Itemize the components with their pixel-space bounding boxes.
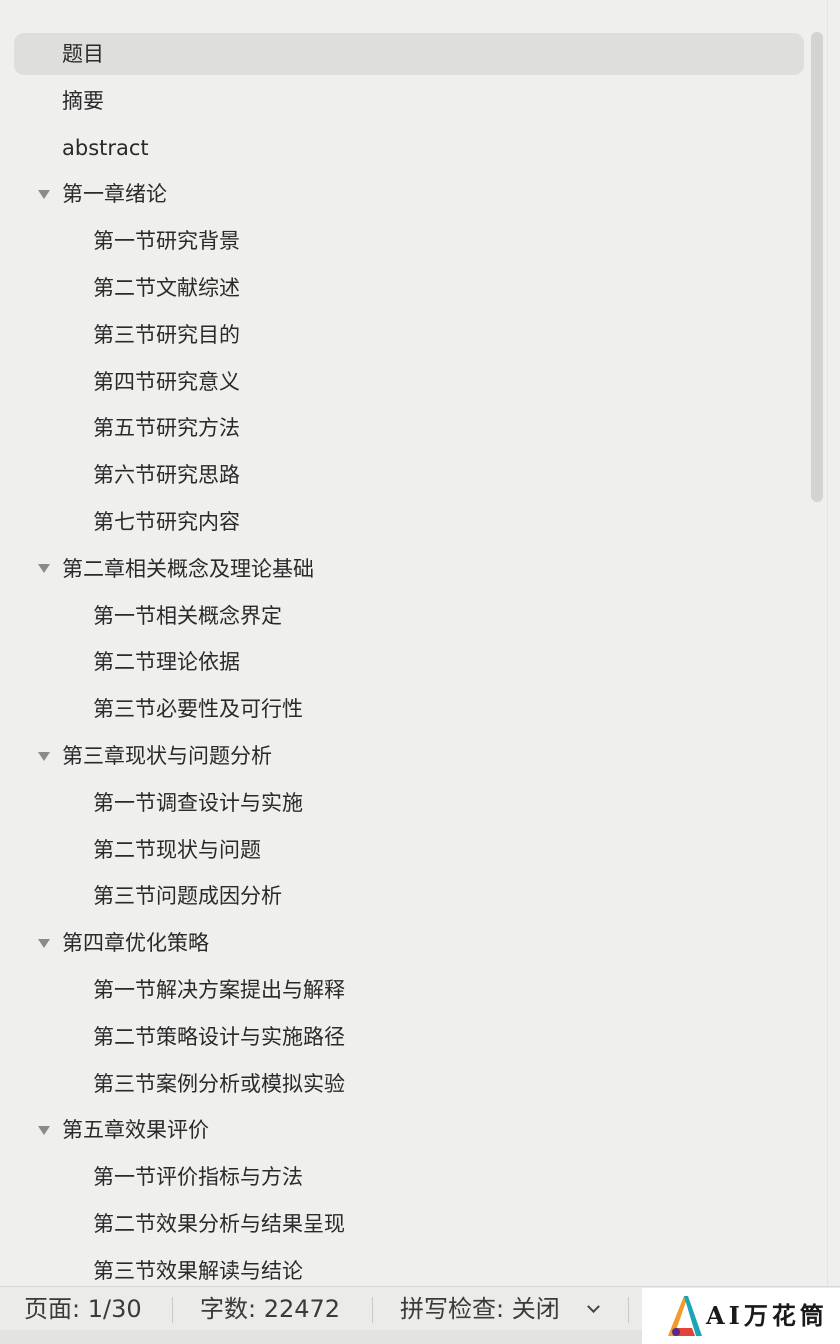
outline-subheading[interactable]: 第六节研究思路 [14, 454, 804, 496]
scrollbar-track-edge [827, 0, 828, 1286]
outline-subheading[interactable]: 第一节解决方案提出与解释 [14, 969, 804, 1011]
caret-down-icon[interactable] [36, 1109, 52, 1151]
outline-scrollbar[interactable] [811, 32, 823, 502]
outline-heading[interactable]: abstract [14, 127, 804, 169]
outline-subheading[interactable]: 第三节效果解读与结论 [14, 1250, 804, 1286]
outline-subheading[interactable]: 第二节文献综述 [14, 267, 804, 309]
outline-heading[interactable]: 第三章现状与问题分析 [14, 735, 804, 777]
outline-item-label: 第一节调查设计与实施 [93, 790, 303, 815]
outline-subheading[interactable]: 第三节必要性及可行性 [14, 688, 804, 730]
outline-item-label: 第二节理论依据 [93, 650, 240, 675]
page-count: 页面: 1/30 [24, 1295, 142, 1323]
outline-item-label: 第四章优化策略 [62, 931, 209, 956]
outline-item-label: 第三节研究目的 [93, 322, 240, 347]
outline-item-label: 第二节现状与问题 [93, 837, 261, 862]
outline-item-label: 第三节效果解读与结论 [93, 1258, 303, 1283]
outline-panel: 题目 摘要 abstract 第一章绪论 第一节研究背景 第二节文献综述 第三节研究目的 第四… [0, 0, 808, 1286]
outline-item-label: 摘要 [62, 88, 104, 113]
word-count: 字数: 22472 [200, 1295, 341, 1323]
outline-item-label: 第一节解决方案提出与解释 [93, 978, 345, 1002]
outline-item-label: 第七节研究内容 [93, 510, 240, 534]
status-divider [372, 1297, 373, 1323]
outline-item-label: abstract [62, 135, 149, 160]
spellcheck-toggle[interactable]: 拼写检查: 关闭 [400, 1287, 560, 1331]
outline-item-label: 第二节策略设计与实施路径 [93, 1024, 345, 1049]
caret-down-icon[interactable] [36, 922, 52, 964]
outline-subheading[interactable]: 第七节研究内容 [14, 501, 804, 543]
chevron-down-icon[interactable] [585, 1287, 601, 1331]
watermark: AI万花筒 [642, 1288, 840, 1344]
outline-item-label: 第一节相关概念界定 [93, 603, 282, 628]
outline-subheading[interactable]: 第二节策略设计与实施路径 [14, 1016, 804, 1058]
outline-subheading[interactable]: 第一节研究背景 [14, 220, 804, 262]
watermark-text: AI万花筒 [706, 1301, 828, 1330]
outline-subheading[interactable]: 第一节调查设计与实施 [14, 782, 804, 824]
outline-heading[interactable]: 第一章绪论 [14, 173, 804, 215]
outline-subheading[interactable]: 第三节问题成因分析 [14, 875, 804, 917]
outline-subheading[interactable]: 第一节评价指标与方法 [14, 1156, 804, 1198]
outline-item-label: 第三节案例分析或模拟实验 [93, 1071, 345, 1096]
outline-item-label: 第一节评价指标与方法 [93, 1165, 303, 1190]
caret-down-icon[interactable] [36, 173, 52, 215]
outline-subheading[interactable]: 第四节研究意义 [14, 361, 804, 403]
caret-down-icon[interactable] [36, 735, 52, 777]
outline-item-label: 第四节研究意义 [93, 369, 240, 394]
outline-subheading[interactable]: 第二节效果分析与结果呈现 [14, 1203, 804, 1245]
outline-subheading[interactable]: 第五节研究方法 [14, 407, 804, 449]
outline-item-label: 第三节必要性及可行性 [93, 697, 303, 722]
status-divider [172, 1297, 173, 1323]
outline-item-label: 题目 [62, 42, 104, 66]
outline-heading[interactable]: 第二章相关概念及理论基础 [14, 548, 804, 590]
outline-item-label: 第五章效果评价 [62, 1118, 209, 1143]
outline-subheading[interactable]: 第三节案例分析或模拟实验 [14, 1063, 804, 1105]
outline-heading[interactable]: 题目 [14, 33, 804, 75]
outline-heading[interactable]: 第五章效果评价 [14, 1109, 804, 1151]
outline-item-label: 第三节问题成因分析 [93, 884, 282, 909]
document-outline-window: 题目 摘要 abstract 第一章绪论 第一节研究背景 第二节文献综述 第三节研究目的 第四… [0, 0, 840, 1344]
outline-heading[interactable]: 摘要 [14, 80, 804, 122]
caret-down-icon[interactable] [36, 548, 52, 590]
outline-item-label: 第一章绪论 [62, 182, 167, 207]
outline-subheading[interactable]: 第一节相关概念界定 [14, 595, 804, 637]
outline-subheading[interactable]: 第三节研究目的 [14, 314, 804, 356]
outline-item-label: 第二节文献综述 [93, 276, 240, 300]
outline-item-label: 第一节研究背景 [93, 229, 240, 254]
outline-item-label: 第三章现状与问题分析 [62, 744, 272, 768]
status-divider [628, 1297, 629, 1323]
outline-item-label: 第六节研究思路 [93, 463, 240, 488]
outline-item-label: 第二节效果分析与结果呈现 [93, 1212, 345, 1236]
outline-subheading[interactable]: 第二节现状与问题 [14, 829, 804, 871]
outline-item-label: 第五节研究方法 [93, 416, 240, 441]
ai-wanhuatong-logo [668, 1296, 702, 1336]
outline-item-label: 第二章相关概念及理论基础 [62, 556, 314, 581]
outline-heading[interactable]: 第四章优化策略 [14, 922, 804, 964]
outline-subheading[interactable]: 第二节理论依据 [14, 641, 804, 683]
